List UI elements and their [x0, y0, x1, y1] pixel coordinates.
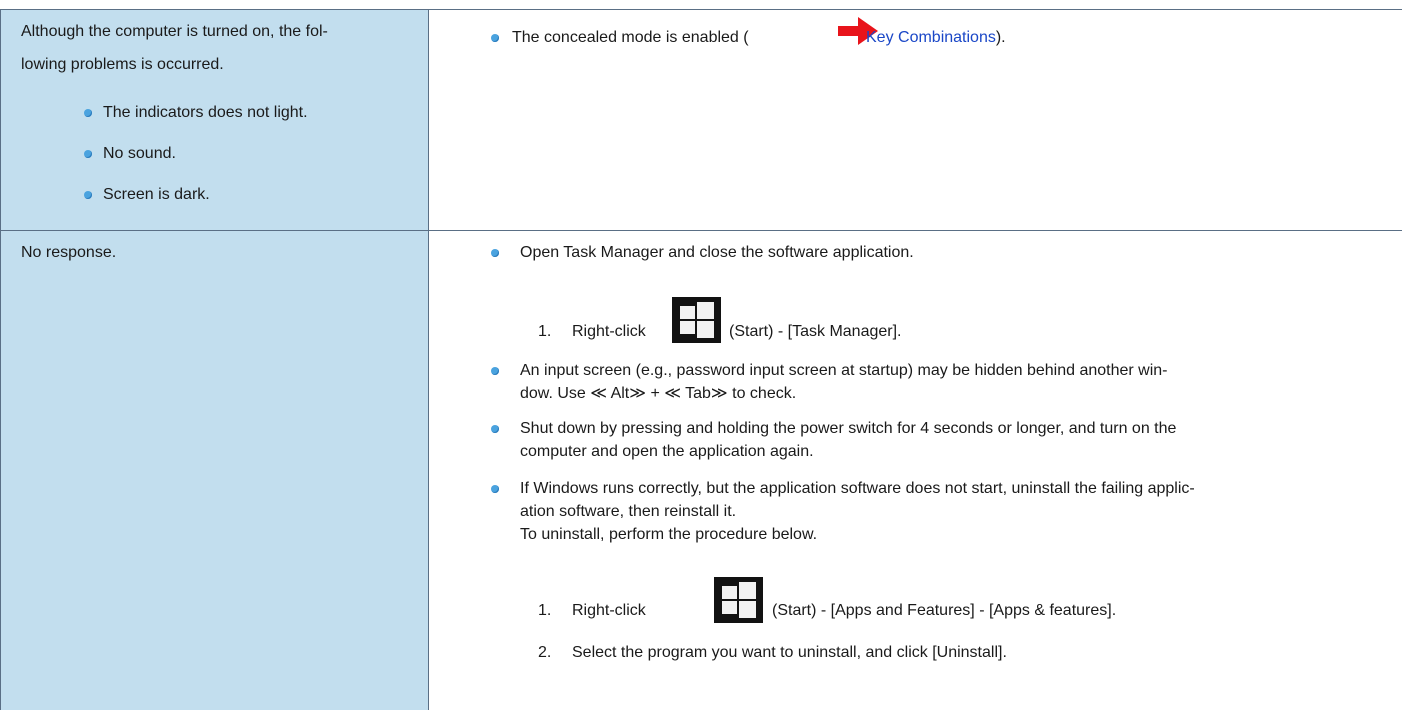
- concealed-mode-suffix: ).: [995, 29, 1006, 46]
- bullet-icon: [491, 425, 499, 433]
- bullet-icon: [491, 249, 499, 257]
- column-divider: [428, 9, 429, 710]
- solution-bullet-2-line1: An input screen (e.g., password input sc…: [520, 362, 1168, 379]
- step-right-click: Right-click: [572, 323, 646, 340]
- row-divider: [0, 230, 1402, 231]
- symptom-text-line1: Although the computer is turned on, the …: [21, 23, 328, 40]
- concealed-mode-link-wrap: Key Combinations).: [866, 27, 1006, 49]
- bullet-icon: [84, 109, 92, 117]
- bullet-icon: [84, 191, 92, 199]
- start-pane: [739, 582, 756, 599]
- bullet-icon: [491, 367, 499, 375]
- solution-bullet-2-line2: dow. Use ≪ Alt≫ + ≪ Tab≫ to check.: [520, 385, 797, 402]
- step-task-manager: (Start) - [Task Manager].: [729, 323, 902, 340]
- symptom-item: Screen is dark.: [103, 186, 210, 203]
- solution-cell-2: [429, 231, 1402, 710]
- table-border-top: [0, 9, 1402, 10]
- start-pane: [722, 601, 737, 614]
- concealed-mode-prefix: The concealed mode is enabled (: [512, 29, 749, 46]
- windows-start-icon: [714, 577, 763, 623]
- windows-start-icon: [672, 297, 721, 343]
- start-pane: [722, 586, 737, 599]
- step-apps-features: (Start) - [Apps and Features] - [Apps & …: [772, 602, 1117, 619]
- solution-bullet-1: Open Task Manager and close the software…: [520, 244, 914, 261]
- solution-bullet-4-line3: To uninstall, perform the procedure belo…: [520, 526, 818, 543]
- start-pane: [697, 321, 714, 338]
- step-select-uninstall: Select the program you want to uninstall…: [572, 644, 1007, 661]
- bullet-icon: [491, 34, 499, 42]
- solution-bullet-3-line2: computer and open the application again.: [520, 443, 814, 460]
- symptom-text-line2: lowing problems is occurred.: [21, 56, 224, 73]
- solution-bullet-4-line1: If Windows runs correctly, but the appli…: [520, 480, 1195, 497]
- symptom-item: No sound.: [103, 145, 176, 162]
- concealed-mode-text: The concealed mode is enabled (: [512, 27, 749, 49]
- step-number: 1.: [538, 323, 552, 340]
- symptom-no-response: No response.: [21, 244, 117, 261]
- step-number: 2.: [538, 644, 552, 661]
- solution-bullet-3-line1: Shut down by pressing and holding the po…: [520, 420, 1177, 437]
- solution-bullet-4-line2: ation software, then reinstall it.: [520, 503, 737, 520]
- symptom-item: The indicators does not light.: [103, 104, 308, 121]
- start-pane: [680, 306, 695, 319]
- symptom-cell-2: [0, 231, 428, 710]
- start-pane: [697, 302, 714, 319]
- troubleshooting-table: Although the computer is turned on, the …: [0, 0, 1402, 710]
- step-number: 1.: [538, 602, 552, 619]
- bullet-icon: [84, 150, 92, 158]
- key-combinations-link[interactable]: Key Combinations: [866, 29, 996, 46]
- table-border-left: [0, 9, 1, 710]
- step-right-click: Right-click: [572, 602, 646, 619]
- start-pane: [739, 601, 756, 618]
- bullet-icon: [491, 485, 499, 493]
- start-pane: [680, 321, 695, 334]
